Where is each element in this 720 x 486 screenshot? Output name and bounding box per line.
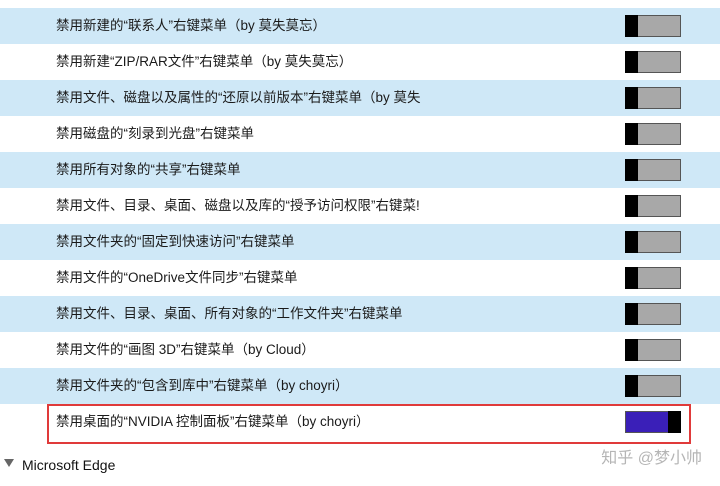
list-item[interactable]: 禁用文件夹的“固定到快速访问”右键菜单 [0,224,720,260]
list-item[interactable]: 禁用新建的“联系人”右键菜单（by 莫失莫忘） [0,8,720,44]
toggle-thumb [625,15,638,37]
toggle-thumb [625,87,638,109]
toggle-thumb [625,51,638,73]
section-label: Microsoft Edge [22,457,116,473]
item-label: 禁用文件夹的“固定到快速访问”右键菜单 [56,234,295,249]
item-label: 禁用新建的“联系人”右键菜单（by 莫失莫忘） [56,18,326,33]
toggle-switch[interactable] [625,231,681,253]
list-item[interactable]: 禁用文件、磁盘以及属性的“还原以前版本”右键菜单（by 莫失 [0,80,720,116]
item-label: 禁用文件夹的“包含到库中”右键菜单（by choyri） [56,378,349,393]
toggle-thumb [625,159,638,181]
item-label: 禁用磁盘的“刻录到光盘”右键菜单 [56,126,254,141]
list-item[interactable]: 禁用新建“ZIP/RAR文件”右键菜单（by 莫失莫忘） [0,44,720,80]
item-label: 禁用新建“ZIP/RAR文件”右键菜单（by 莫失莫忘） [56,54,353,69]
toggle-thumb [625,267,638,289]
toggle-thumb [625,231,638,253]
toggle-switch[interactable] [625,267,681,289]
item-label: 禁用文件、目录、桌面、磁盘以及库的“授予访问权限”右键菜! [56,198,420,213]
list-item-nvidia[interactable]: 禁用桌面的“NVIDIA 控制面板”右键菜单（by choyri） [0,404,720,440]
list-item[interactable]: 禁用文件、目录、桌面、磁盘以及库的“授予访问权限”右键菜! [0,188,720,224]
list-item[interactable]: 禁用所有对象的“共享”右键菜单 [0,152,720,188]
toggle-switch[interactable] [625,51,681,73]
toggle-switch[interactable] [625,303,681,325]
list-item[interactable]: 禁用文件的“画图 3D”右键菜单（by Cloud） [0,332,720,368]
toggle-switch[interactable] [625,159,681,181]
item-label: 禁用文件、目录、桌面、所有对象的“工作文件夹”右键菜单 [56,306,403,321]
item-label: 禁用文件、磁盘以及属性的“还原以前版本”右键菜单（by 莫失 [56,90,421,105]
list-item[interactable]: 禁用文件、目录、桌面、所有对象的“工作文件夹”右键菜单 [0,296,720,332]
toggle-thumb [625,375,638,397]
toggle-switch[interactable] [625,15,681,37]
toggle-thumb [625,123,638,145]
list-item[interactable]: 禁用文件夹的“包含到库中”右键菜单（by choyri） [0,368,720,404]
settings-list: 禁用新建的“联系人”右键菜单（by 莫失莫忘） 禁用新建“ZIP/RAR文件”右… [0,8,720,440]
toggle-thumb [625,303,638,325]
toggle-switch[interactable] [625,411,681,433]
list-item[interactable]: 禁用磁盘的“刻录到光盘”右键菜单 [0,116,720,152]
toggle-switch[interactable] [625,375,681,397]
item-label: 禁用文件的“OneDrive文件同步”右键菜单 [56,270,298,285]
toggle-switch[interactable] [625,123,681,145]
toggle-thumb [625,339,638,361]
item-label: 禁用所有对象的“共享”右键菜单 [56,162,241,177]
toggle-thumb [668,411,681,433]
toggle-switch[interactable] [625,87,681,109]
item-label: 禁用桌面的“NVIDIA 控制面板”右键菜单（by choyri） [56,414,370,429]
watermark: 知乎 @梦小帅 [601,450,702,467]
list-item[interactable]: 禁用文件的“OneDrive文件同步”右键菜单 [0,260,720,296]
toggle-thumb [625,195,638,217]
toggle-switch[interactable] [625,339,681,361]
toggle-switch[interactable] [625,195,681,217]
collapse-caret-icon[interactable] [4,459,14,467]
item-label: 禁用文件的“画图 3D”右键菜单（by Cloud） [56,342,315,357]
